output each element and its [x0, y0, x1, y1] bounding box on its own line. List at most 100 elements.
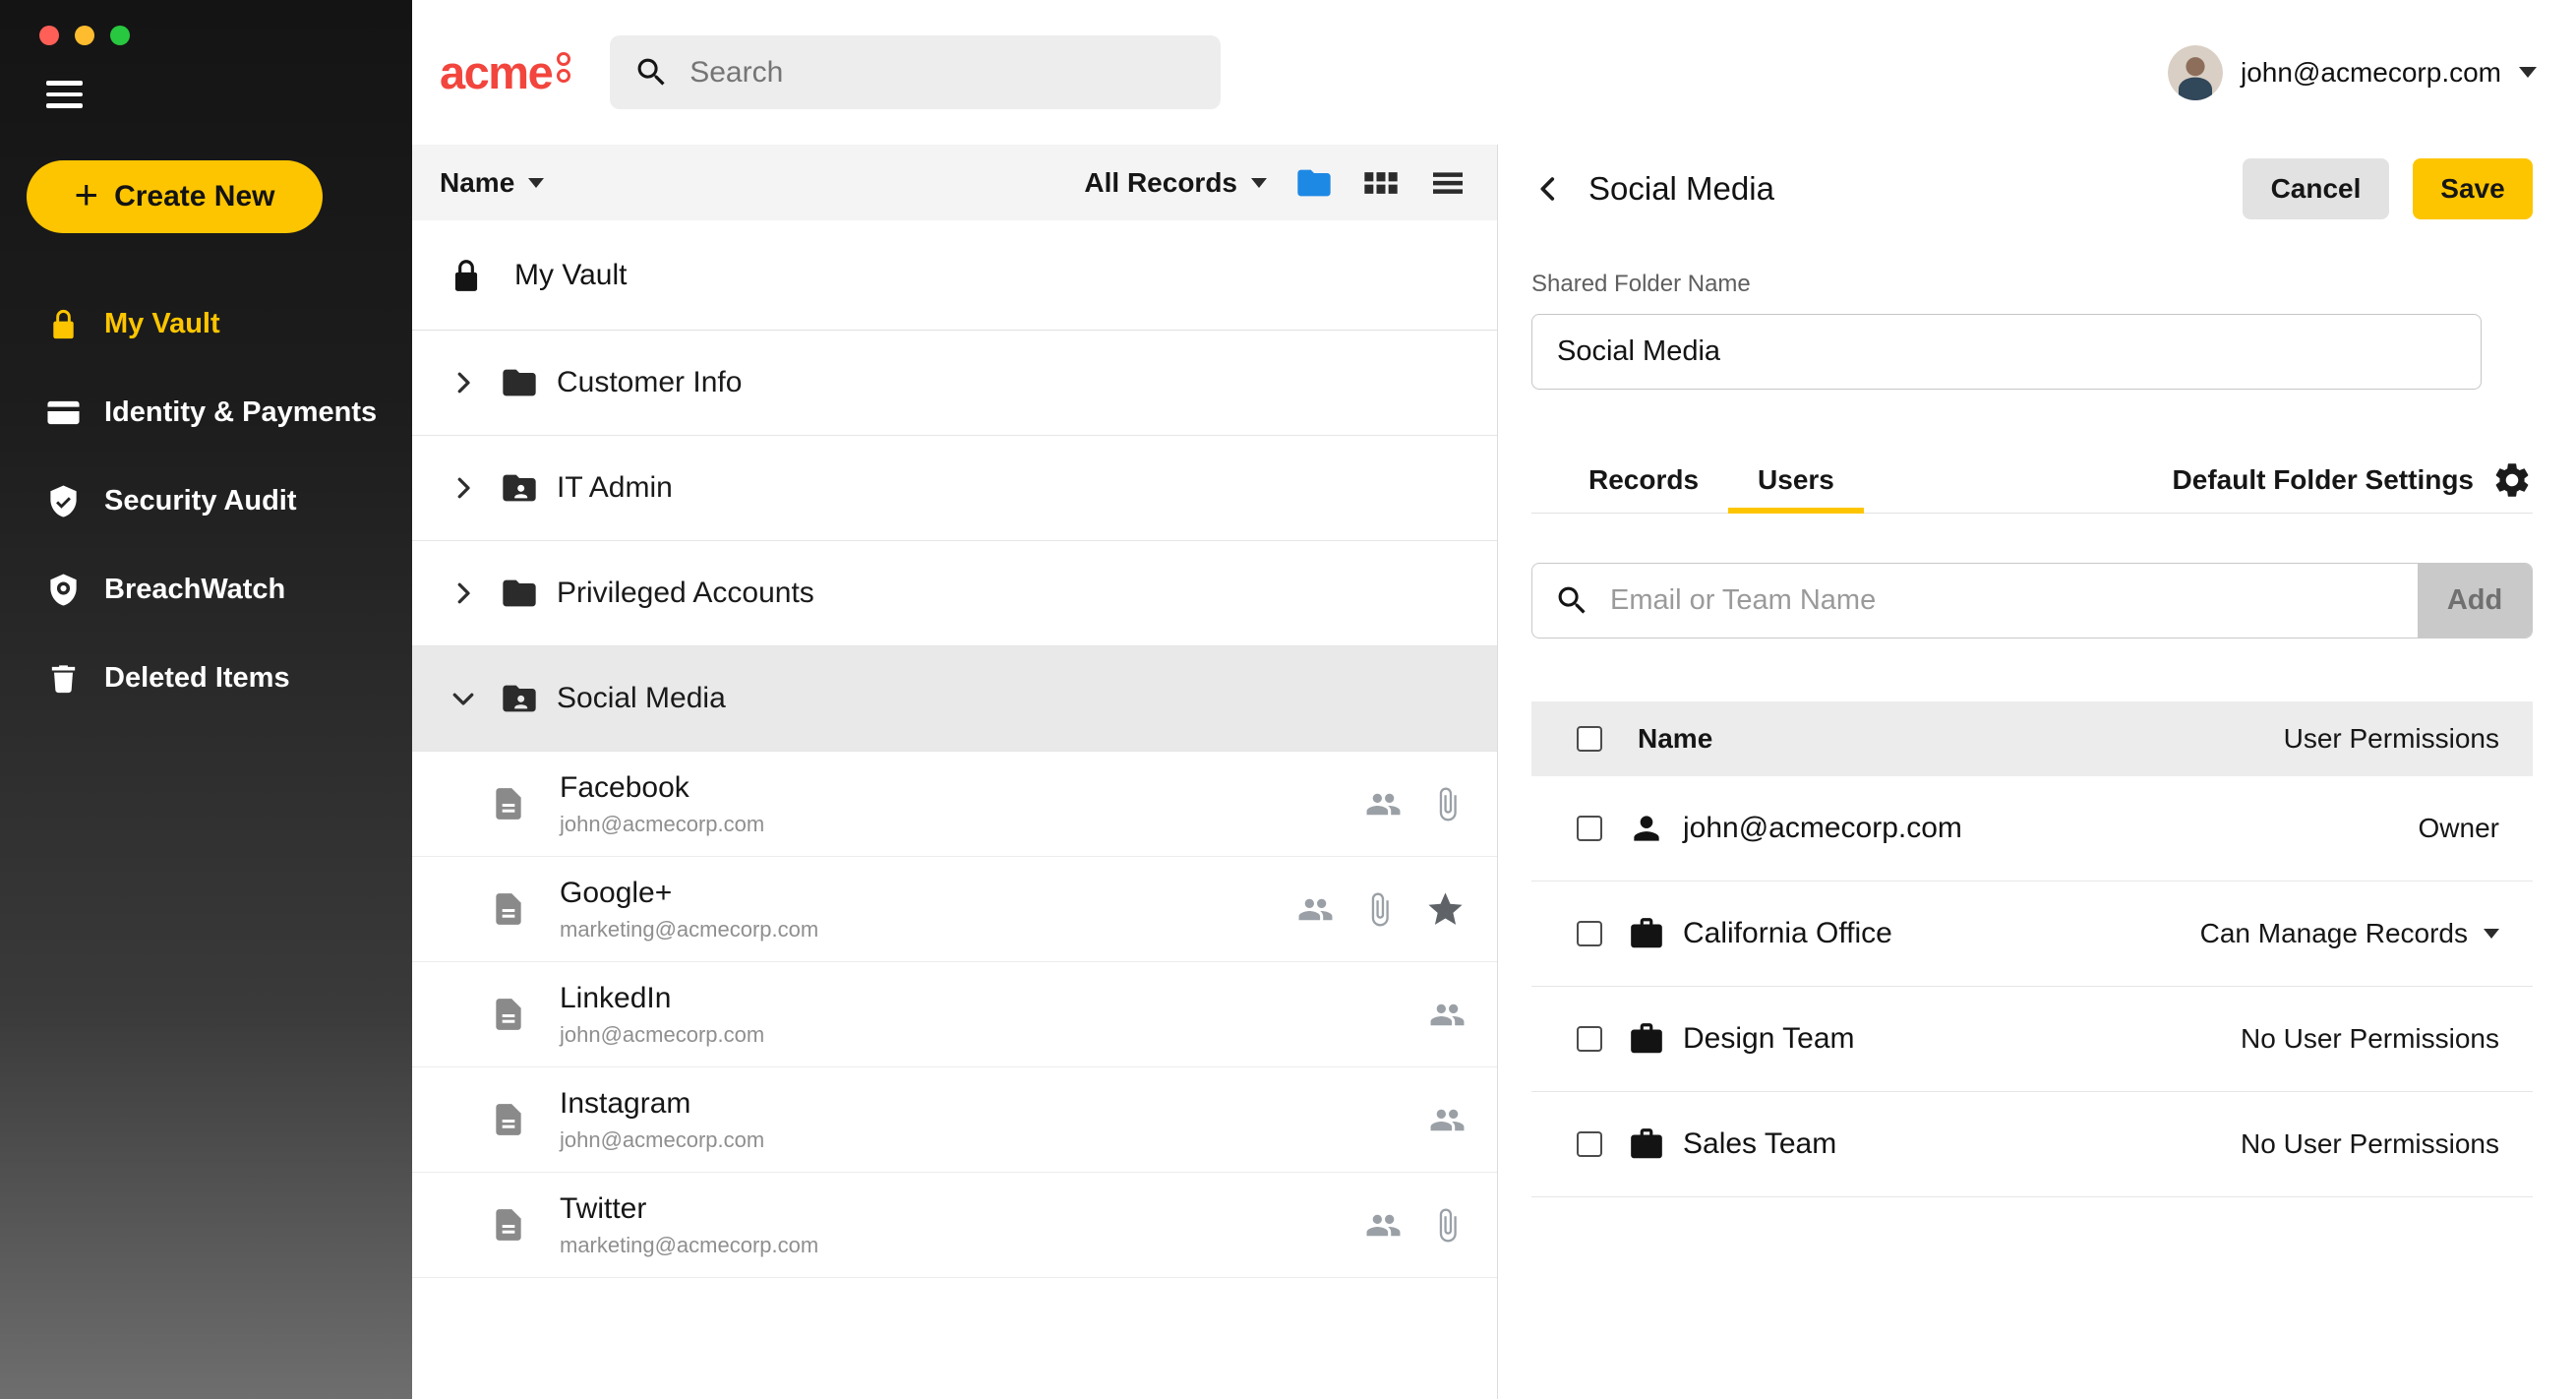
filter-label: All Records — [1084, 167, 1237, 199]
record-type-filter[interactable]: All Records — [1084, 167, 1267, 199]
user-row-john[interactable]: john@acmecorp.com Owner — [1531, 776, 2533, 882]
folder-view-button[interactable] — [1294, 163, 1334, 203]
team-row-design-team[interactable]: Design Team No User Permissions — [1531, 987, 2533, 1092]
plus-icon: + — [75, 174, 99, 215]
back-icon[interactable] — [1531, 172, 1565, 206]
row-checkbox[interactable] — [1577, 1131, 1602, 1157]
record-subtitle: john@acmecorp.com — [560, 1127, 764, 1153]
permissions-column-header: User Permissions — [2284, 723, 2499, 755]
add-member-button[interactable]: Add — [2418, 564, 2532, 638]
record-row-google-plus[interactable]: Google+ marketing@acmecorp.com — [412, 857, 1497, 962]
record-row-twitter[interactable]: Twitter marketing@acmecorp.com — [412, 1173, 1497, 1278]
shared-folder-detail-panel: Social Media Cancel Save Shared Folder N… — [1498, 145, 2576, 1399]
sidebar: + Create New My Vault Identity & Payment… — [0, 0, 412, 1399]
user-email: john@acmecorp.com — [2241, 57, 2501, 89]
chevron-right-icon[interactable] — [449, 578, 478, 608]
create-new-label: Create New — [114, 180, 274, 213]
lock-icon — [448, 257, 485, 294]
record-row-linkedin[interactable]: LinkedIn john@acmecorp.com — [412, 962, 1497, 1067]
grid-icon — [1361, 163, 1401, 203]
close-window-button[interactable] — [39, 26, 59, 45]
sidebar-item-identity-payments[interactable]: Identity & Payments — [0, 368, 412, 456]
sidebar-item-security-audit[interactable]: Security Audit — [0, 456, 412, 545]
search-icon — [1554, 582, 1590, 619]
folder-icon — [500, 363, 539, 402]
account-menu[interactable]: john@acmecorp.com — [2168, 45, 2537, 100]
permission-label: Owner — [2419, 813, 2499, 844]
shared-folder-icon — [500, 679, 539, 718]
my-vault-row[interactable]: My Vault — [412, 220, 1497, 331]
create-new-button[interactable]: + Create New — [27, 160, 323, 233]
record-title: Twitter — [560, 1192, 818, 1226]
sidebar-item-breachwatch[interactable]: BreachWatch — [0, 545, 412, 634]
sidebar-item-deleted-items[interactable]: Deleted Items — [0, 634, 412, 722]
tab-label: Records — [1588, 464, 1699, 496]
sidebar-item-my-vault[interactable]: My Vault — [0, 279, 412, 368]
maximize-window-button[interactable] — [110, 26, 130, 45]
hamburger-menu-icon[interactable] — [46, 81, 83, 108]
attachment-icon — [1429, 786, 1466, 822]
trash-icon — [46, 661, 81, 696]
sort-by-name[interactable]: Name — [440, 167, 544, 199]
global-search-bar — [610, 35, 1221, 109]
global-search-input[interactable] — [689, 56, 1197, 90]
attachment-icon — [1429, 1207, 1466, 1244]
cancel-button[interactable]: Cancel — [2243, 158, 2389, 219]
acme-logo[interactable]: acme — [440, 49, 570, 95]
shared-folder-name-label: Shared Folder Name — [1531, 271, 2533, 298]
row-checkbox[interactable] — [1577, 1026, 1602, 1052]
name-column-header: Name — [1638, 723, 1712, 755]
chevron-down-icon[interactable] — [449, 684, 478, 713]
sidebar-item-label: Security Audit — [104, 485, 297, 517]
list-icon — [1428, 163, 1468, 203]
briefcase-icon — [1628, 1125, 1665, 1163]
select-all-checkbox[interactable] — [1577, 726, 1602, 752]
record-title: Google+ — [560, 877, 818, 910]
member-search-input[interactable] — [1590, 584, 2418, 617]
member-name: john@acmecorp.com — [1683, 812, 1962, 845]
shared-icon — [1365, 1207, 1402, 1244]
folder-row-privileged-accounts[interactable]: Privileged Accounts — [412, 541, 1497, 646]
team-row-california-office[interactable]: California Office Can Manage Records — [1531, 882, 2533, 987]
save-button[interactable]: Save — [2413, 158, 2533, 219]
folder-row-customer-info[interactable]: Customer Info — [412, 331, 1497, 436]
sidebar-item-label: Deleted Items — [104, 662, 290, 695]
chevron-down-icon — [2519, 67, 2537, 78]
record-icon — [490, 785, 527, 822]
sidebar-item-label: BreachWatch — [104, 574, 285, 606]
member-permission-dropdown[interactable]: Can Manage Records — [2200, 918, 2499, 949]
users-table: Name User Permissions john@acmecorp.com … — [1531, 701, 2533, 1197]
chevron-right-icon[interactable] — [449, 473, 478, 503]
record-title: Facebook — [560, 771, 764, 805]
member-name: Design Team — [1683, 1022, 1855, 1056]
member-permission: No User Permissions — [2241, 1128, 2499, 1160]
shared-icon — [1297, 891, 1334, 928]
folder-blue-icon — [1294, 163, 1334, 203]
team-row-sales-team[interactable]: Sales Team No User Permissions — [1531, 1092, 2533, 1197]
folder-row-social-media[interactable]: Social Media — [412, 646, 1497, 752]
default-folder-settings-button[interactable]: Default Folder Settings — [2173, 459, 2533, 501]
row-checkbox[interactable] — [1577, 816, 1602, 841]
shared-folder-name-input[interactable] — [1531, 314, 2482, 390]
app-window: + Create New My Vault Identity & Payment… — [0, 0, 2576, 1399]
record-subtitle: marketing@acmecorp.com — [560, 917, 818, 943]
detail-header: Social Media Cancel Save — [1531, 158, 2533, 219]
minimize-window-button[interactable] — [75, 26, 94, 45]
content: Name All Records — [412, 145, 2576, 1399]
grid-view-button[interactable] — [1361, 163, 1401, 203]
row-checkbox[interactable] — [1577, 921, 1602, 946]
tab-records[interactable]: Records — [1559, 447, 1728, 513]
record-icon — [490, 1101, 527, 1138]
folder-row-it-admin[interactable]: IT Admin — [412, 436, 1497, 541]
chevron-right-icon[interactable] — [449, 368, 478, 397]
record-row-facebook[interactable]: Facebook john@acmecorp.com — [412, 752, 1497, 857]
tab-users[interactable]: Users — [1728, 447, 1864, 513]
vault-label: My Vault — [514, 259, 627, 292]
sidebar-item-label: Identity & Payments — [104, 396, 377, 429]
record-row-instagram[interactable]: Instagram john@acmecorp.com — [412, 1067, 1497, 1173]
list-view-button[interactable] — [1428, 163, 1468, 203]
attachment-icon — [1361, 891, 1398, 928]
folder-name: Privileged Accounts — [557, 577, 814, 610]
folder-name: IT Admin — [557, 471, 673, 505]
chevron-down-icon — [528, 178, 544, 188]
